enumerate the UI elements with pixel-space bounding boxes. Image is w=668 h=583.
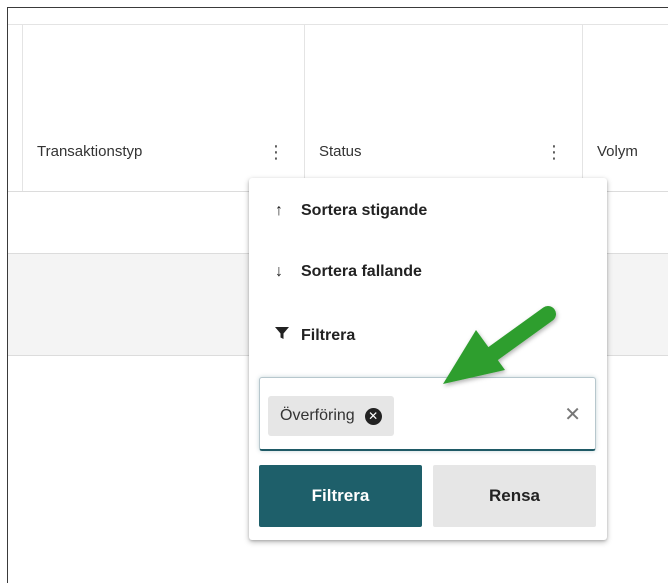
filter-chip: Överföring ✕ xyxy=(268,396,394,436)
column-header-status[interactable]: Status ⋮ xyxy=(304,25,582,191)
sort-descending-item[interactable]: ↓ Sortera fallande xyxy=(275,263,422,281)
close-circle-icon[interactable]: ✕ xyxy=(364,407,382,425)
arrow-up-icon: ↑ xyxy=(275,202,283,219)
apply-filter-button[interactable]: Filtrera xyxy=(259,465,422,527)
sort-descending-label: Sortera fallande xyxy=(301,263,422,280)
column-header-label: Status xyxy=(319,143,362,160)
arrow-down-icon: ↓ xyxy=(275,263,283,280)
column-header-volym[interactable]: Volym xyxy=(582,25,668,191)
column-header-label: Volym xyxy=(597,143,638,160)
column-menu-kebab-icon[interactable]: ⋮ xyxy=(267,141,285,163)
sort-ascending-label: Sortera stigande xyxy=(301,202,428,219)
grid-header-row: Transaktionstyp ⋮ Status ⋮ Volym xyxy=(8,24,668,192)
filter-value-input[interactable]: Överföring ✕ ✕ xyxy=(259,377,596,451)
column-menu-kebab-icon[interactable]: ⋮ xyxy=(545,141,563,163)
filter-item[interactable]: Filtrera xyxy=(275,326,355,345)
column-menu-popup: ↑ Sortera stigande ↓ Sortera fallande Fi… xyxy=(249,178,607,540)
reset-filter-button[interactable]: Rensa xyxy=(433,465,596,527)
close-icon[interactable]: ✕ xyxy=(564,402,581,427)
column-header-label: Transaktionstyp xyxy=(37,143,143,160)
sort-ascending-item[interactable]: ↑ Sortera stigande xyxy=(275,202,427,220)
filter-label: Filtrera xyxy=(301,326,356,344)
funnel-icon xyxy=(275,326,293,345)
filter-chip-label: Överföring xyxy=(280,407,355,424)
column-header-transaktionstyp[interactable]: Transaktionstyp ⋮ xyxy=(22,25,304,191)
